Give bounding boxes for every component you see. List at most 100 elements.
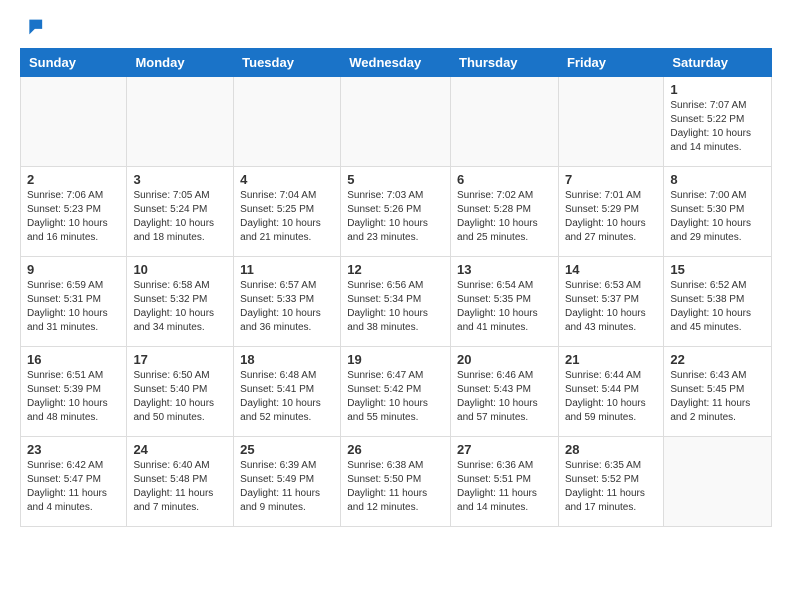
day-number: 22 (670, 352, 765, 367)
day-info: Sunrise: 7:05 AMSunset: 5:24 PMDaylight:… (133, 189, 227, 245)
day-info: Sunrise: 6:38 AMSunset: 5:50 PMDaylight:… (347, 459, 444, 515)
day-number: 19 (347, 352, 444, 367)
weekday-header-tuesday: Tuesday (234, 49, 341, 77)
logo-icon (22, 16, 44, 38)
day-cell: 26 Sunrise: 6:38 AMSunset: 5:50 PMDayligh… (341, 437, 451, 527)
day-number: 14 (565, 262, 657, 277)
day-info: Sunrise: 6:43 AMSunset: 5:45 PMDaylight:… (670, 369, 765, 425)
weekday-header-row: SundayMondayTuesdayWednesdayThursdayFrid… (21, 49, 772, 77)
header (20, 16, 772, 38)
day-number: 10 (133, 262, 227, 277)
day-info: Sunrise: 6:51 AMSunset: 5:39 PMDaylight:… (27, 369, 120, 425)
day-number: 5 (347, 172, 444, 187)
weekday-header-monday: Monday (127, 49, 234, 77)
weekday-header-friday: Friday (558, 49, 663, 77)
day-cell: 23Sunrise: 6:42 AMSunset: 5:47 PMDayligh… (21, 437, 127, 527)
day-info: Sunrise: 7:04 AMSunset: 5:25 PMDaylight:… (240, 189, 334, 245)
day-info: Sunrise: 6:56 AMSunset: 5:34 PMDaylight:… (347, 279, 444, 335)
day-cell (341, 77, 451, 167)
day-cell (558, 77, 663, 167)
day-info: Sunrise: 6:39 AMSunset: 5:49 PMDaylight:… (240, 459, 334, 515)
day-info: Sunrise: 6:57 AMSunset: 5:33 PMDaylight:… (240, 279, 334, 335)
weekday-header-thursday: Thursday (451, 49, 559, 77)
day-cell: 10 Sunrise: 6:58 AMSunset: 5:32 PMDayligh… (127, 257, 234, 347)
day-info: Sunrise: 7:00 AMSunset: 5:30 PMDaylight:… (670, 189, 765, 245)
day-info: Sunrise: 6:47 AMSunset: 5:42 PMDaylight:… (347, 369, 444, 425)
day-number: 11 (240, 262, 334, 277)
day-info: Sunrise: 6:35 AMSunset: 5:52 PMDaylight:… (565, 459, 657, 515)
day-cell: 6 Sunrise: 7:02 AMSunset: 5:28 PMDaylight… (451, 167, 559, 257)
day-cell: 27 Sunrise: 6:36 AMSunset: 5:51 PMDayligh… (451, 437, 559, 527)
week-row-0: 1 Sunrise: 7:07 AMSunset: 5:22 PMDaylight… (21, 77, 772, 167)
day-cell: 21 Sunrise: 6:44 AMSunset: 5:44 PMDayligh… (558, 347, 663, 437)
day-number: 21 (565, 352, 657, 367)
week-row-3: 16 Sunrise: 6:51 AMSunset: 5:39 PMDayligh… (21, 347, 772, 437)
day-number: 7 (565, 172, 657, 187)
day-cell: 1 Sunrise: 7:07 AMSunset: 5:22 PMDaylight… (664, 77, 772, 167)
day-info: Sunrise: 7:03 AMSunset: 5:26 PMDaylight:… (347, 189, 444, 245)
day-number: 9 (27, 262, 120, 277)
day-number: 24 (133, 442, 227, 457)
day-cell (234, 77, 341, 167)
day-cell: 22 Sunrise: 6:43 AMSunset: 5:45 PMDayligh… (664, 347, 772, 437)
day-cell: 12Sunrise: 6:56 AMSunset: 5:34 PMDayligh… (341, 257, 451, 347)
day-cell: 25 Sunrise: 6:39 AMSunset: 5:49 PMDayligh… (234, 437, 341, 527)
page: SundayMondayTuesdayWednesdayThursdayFrid… (0, 0, 792, 543)
day-cell: 9 Sunrise: 6:59 AMSunset: 5:31 PMDaylight… (21, 257, 127, 347)
day-info: Sunrise: 7:07 AMSunset: 5:22 PMDaylight:… (670, 99, 765, 155)
day-cell (127, 77, 234, 167)
day-info: Sunrise: 6:48 AMSunset: 5:41 PMDaylight:… (240, 369, 334, 425)
day-number: 3 (133, 172, 227, 187)
day-info: Sunrise: 6:52 AMSunset: 5:38 PMDaylight:… (670, 279, 765, 335)
day-cell: 19 Sunrise: 6:47 AMSunset: 5:42 PMDayligh… (341, 347, 451, 437)
week-row-4: 23Sunrise: 6:42 AMSunset: 5:47 PMDayligh… (21, 437, 772, 527)
day-info: Sunrise: 6:40 AMSunset: 5:48 PMDaylight:… (133, 459, 227, 515)
day-cell (451, 77, 559, 167)
weekday-header-wednesday: Wednesday (341, 49, 451, 77)
day-number: 27 (457, 442, 552, 457)
day-info: Sunrise: 6:36 AMSunset: 5:51 PMDaylight:… (457, 459, 552, 515)
day-cell: 2 Sunrise: 7:06 AMSunset: 5:23 PMDaylight… (21, 167, 127, 257)
logo (20, 16, 44, 38)
day-number: 6 (457, 172, 552, 187)
day-info: Sunrise: 6:58 AMSunset: 5:32 PMDaylight:… (133, 279, 227, 335)
day-number: 28 (565, 442, 657, 457)
day-cell (21, 77, 127, 167)
day-cell: 4Sunrise: 7:04 AMSunset: 5:25 PMDaylight… (234, 167, 341, 257)
day-cell: 3 Sunrise: 7:05 AMSunset: 5:24 PMDaylight… (127, 167, 234, 257)
day-info: Sunrise: 6:59 AMSunset: 5:31 PMDaylight:… (27, 279, 120, 335)
day-cell: 24 Sunrise: 6:40 AMSunset: 5:48 PMDayligh… (127, 437, 234, 527)
day-cell: 15 Sunrise: 6:52 AMSunset: 5:38 PMDayligh… (664, 257, 772, 347)
day-cell: 14 Sunrise: 6:53 AMSunset: 5:37 PMDayligh… (558, 257, 663, 347)
day-cell: 18 Sunrise: 6:48 AMSunset: 5:41 PMDayligh… (234, 347, 341, 437)
day-number: 23 (27, 442, 120, 457)
weekday-header-saturday: Saturday (664, 49, 772, 77)
day-info: Sunrise: 6:44 AMSunset: 5:44 PMDaylight:… (565, 369, 657, 425)
day-number: 13 (457, 262, 552, 277)
weekday-header-sunday: Sunday (21, 49, 127, 77)
day-cell: 8 Sunrise: 7:00 AMSunset: 5:30 PMDaylight… (664, 167, 772, 257)
day-number: 15 (670, 262, 765, 277)
day-number: 17 (133, 352, 227, 367)
day-number: 1 (670, 82, 765, 97)
day-number: 8 (670, 172, 765, 187)
day-info: Sunrise: 7:06 AMSunset: 5:23 PMDaylight:… (27, 189, 120, 245)
day-cell (664, 437, 772, 527)
week-row-1: 2 Sunrise: 7:06 AMSunset: 5:23 PMDaylight… (21, 167, 772, 257)
day-info: Sunrise: 6:53 AMSunset: 5:37 PMDaylight:… (565, 279, 657, 335)
day-number: 2 (27, 172, 120, 187)
day-number: 20 (457, 352, 552, 367)
day-info: Sunrise: 7:02 AMSunset: 5:28 PMDaylight:… (457, 189, 552, 245)
day-cell: 16 Sunrise: 6:51 AMSunset: 5:39 PMDayligh… (21, 347, 127, 437)
day-cell: 11 Sunrise: 6:57 AMSunset: 5:33 PMDayligh… (234, 257, 341, 347)
day-cell: 7Sunrise: 7:01 AMSunset: 5:29 PMDaylight… (558, 167, 663, 257)
day-number: 26 (347, 442, 444, 457)
calendar-table: SundayMondayTuesdayWednesdayThursdayFrid… (20, 48, 772, 527)
day-cell: 5 Sunrise: 7:03 AMSunset: 5:26 PMDaylight… (341, 167, 451, 257)
day-cell: 17Sunrise: 6:50 AMSunset: 5:40 PMDayligh… (127, 347, 234, 437)
day-number: 25 (240, 442, 334, 457)
day-number: 16 (27, 352, 120, 367)
day-cell: 20Sunrise: 6:46 AMSunset: 5:43 PMDayligh… (451, 347, 559, 437)
day-number: 18 (240, 352, 334, 367)
day-info: Sunrise: 6:54 AMSunset: 5:35 PMDaylight:… (457, 279, 552, 335)
